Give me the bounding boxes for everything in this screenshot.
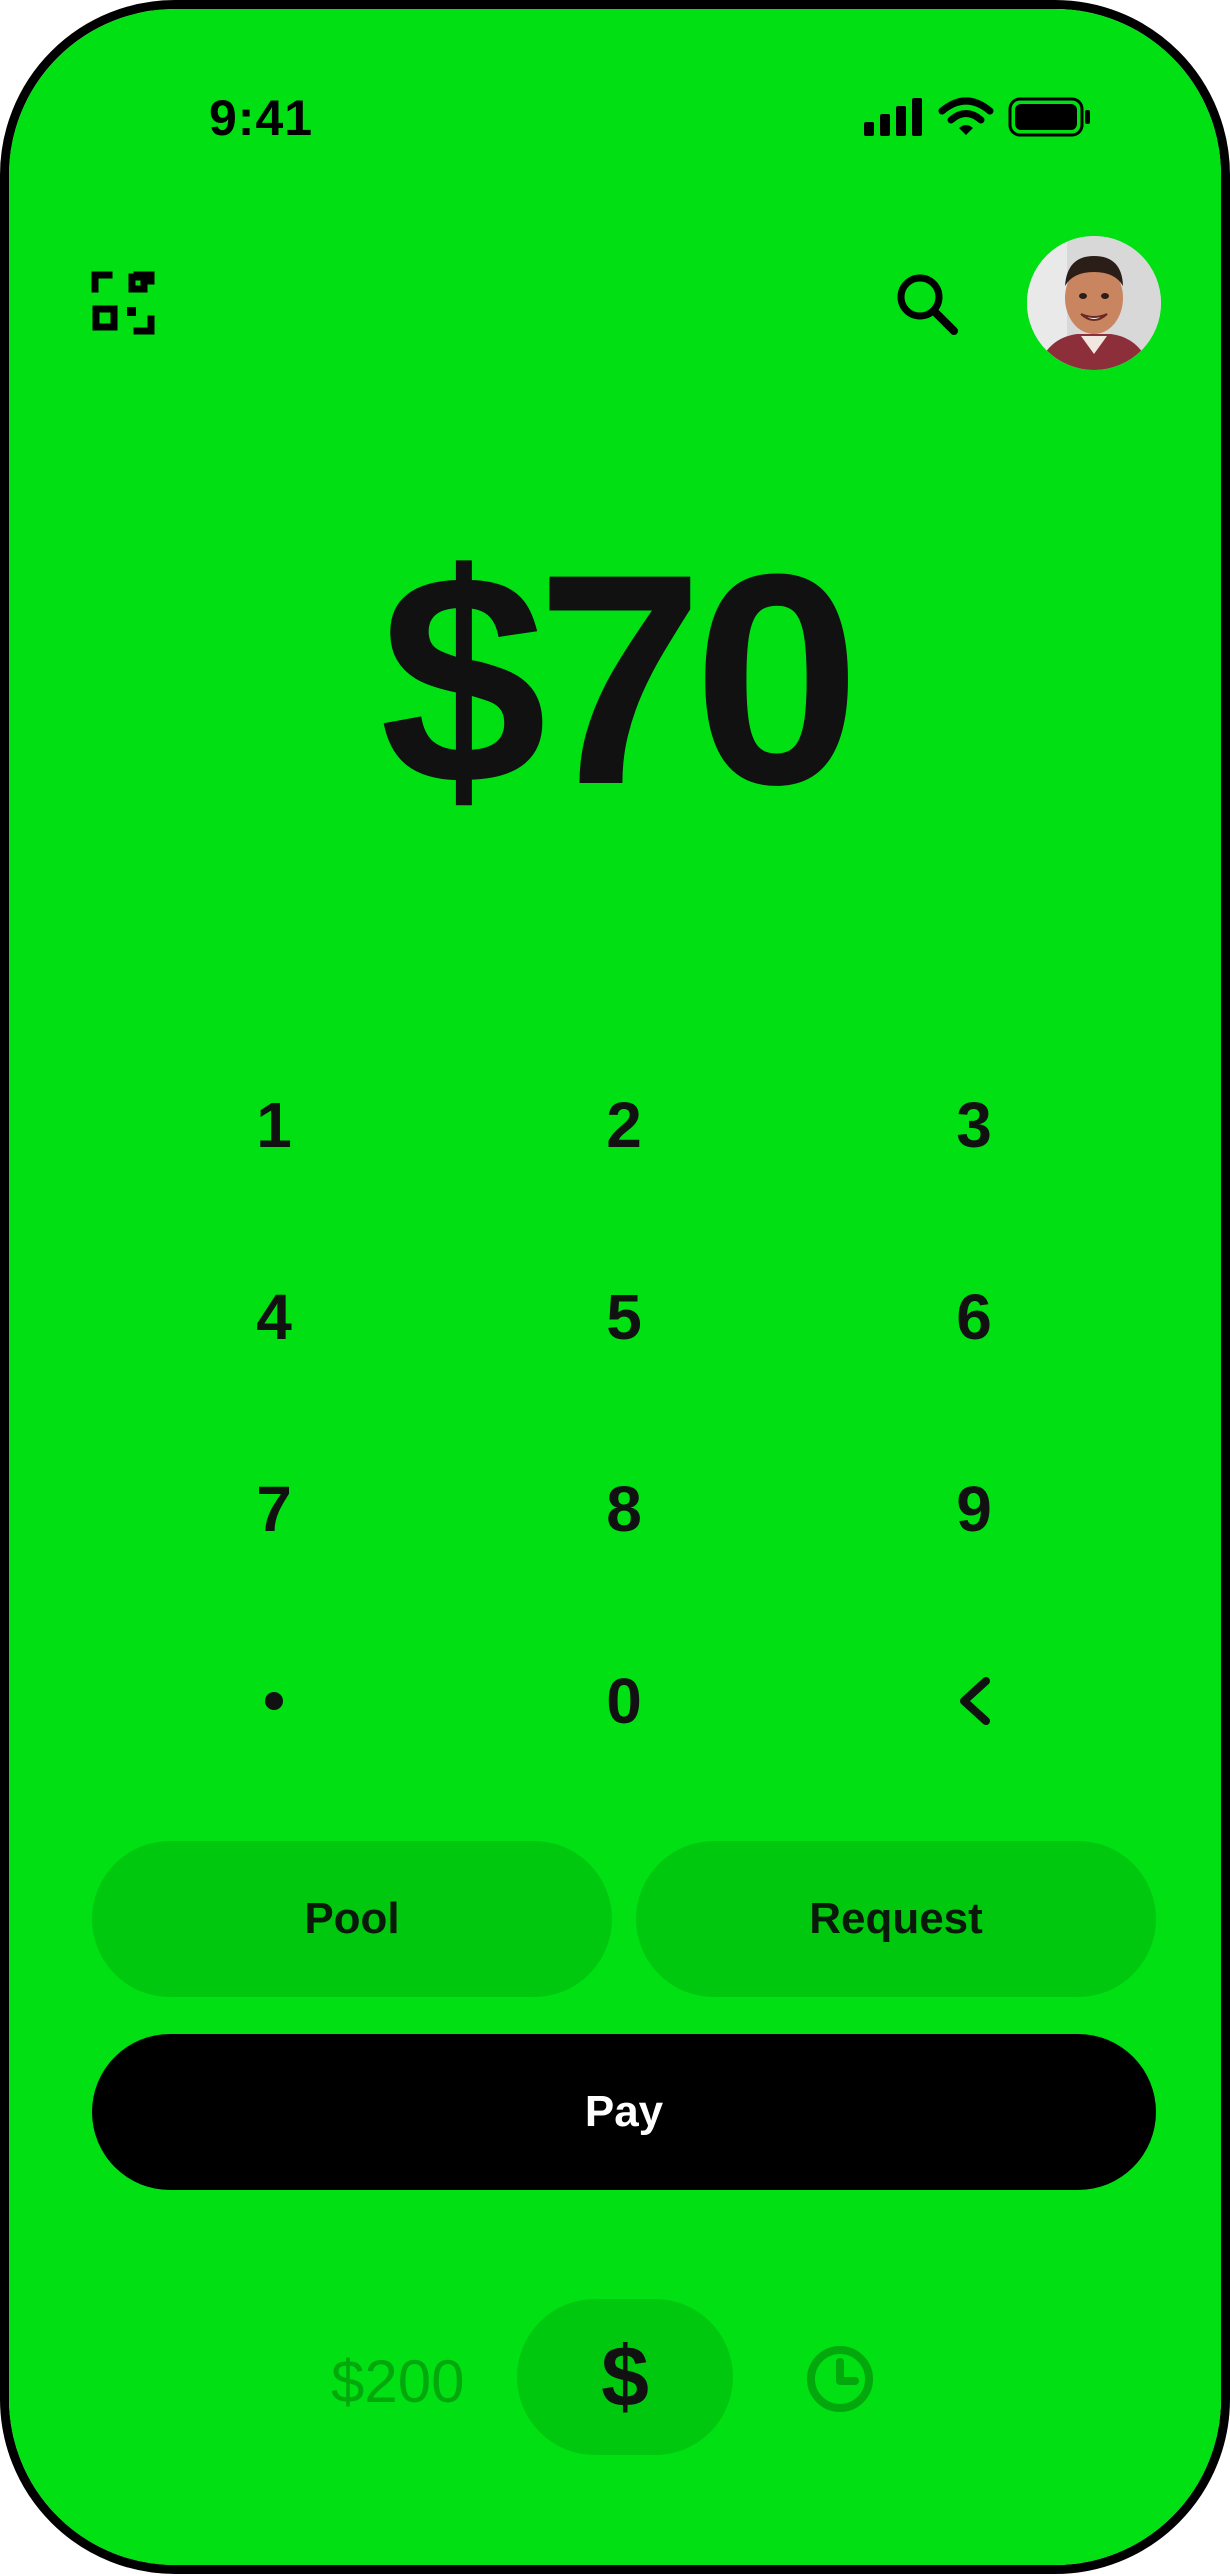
number-keypad: 1 2 3 4 5 6 7 8 9 0 <box>99 1029 1149 1797</box>
battery-icon <box>1008 97 1090 137</box>
status-time: 9:41 <box>209 90 314 146</box>
decimal-dot-icon <box>265 1692 283 1710</box>
key-2[interactable]: 2 <box>449 1029 799 1221</box>
amount-display: $70 <box>379 511 861 847</box>
status-icons <box>864 97 1092 137</box>
key-9[interactable]: 9 <box>799 1413 1149 1605</box>
key-0[interactable]: 0 <box>449 1605 799 1797</box>
key-7[interactable]: 7 <box>99 1413 449 1605</box>
search-button[interactable] <box>894 271 960 337</box>
nav-cash-tab[interactable]: $ <box>517 2299 733 2455</box>
qr-scan-button[interactable] <box>91 271 155 335</box>
backspace-chevron-icon <box>960 1677 990 1725</box>
cellular-signal-icon <box>864 98 922 136</box>
nav-balance-tab[interactable]: $200 <box>331 2347 464 2416</box>
pool-button[interactable]: Pool <box>92 1841 612 1997</box>
key-decimal[interactable] <box>99 1605 449 1797</box>
key-6[interactable]: 6 <box>799 1221 1149 1413</box>
qr-scan-icon <box>91 271 155 335</box>
key-1[interactable]: 1 <box>99 1029 449 1221</box>
nav-activity-tab[interactable] <box>805 2344 875 2414</box>
key-3[interactable]: 3 <box>799 1029 1149 1221</box>
pay-button[interactable]: Pay <box>92 2034 1156 2190</box>
request-button[interactable]: Request <box>636 1841 1156 1997</box>
wifi-icon <box>938 97 994 135</box>
profile-avatar[interactable] <box>1027 236 1161 370</box>
clock-icon <box>807 2346 873 2412</box>
avatar-photo <box>1027 236 1161 370</box>
phone-frame: 9:41 $70 1 2 3 4 5 6 7 8 9 0 Pool Reques… <box>0 0 1230 2574</box>
search-icon <box>897 274 958 335</box>
cash-screen: 9:41 $70 1 2 3 4 5 6 7 8 9 0 Pool Reques… <box>9 9 1221 2565</box>
key-backspace[interactable] <box>799 1605 1149 1797</box>
key-5[interactable]: 5 <box>449 1221 799 1413</box>
key-4[interactable]: 4 <box>99 1221 449 1413</box>
key-8[interactable]: 8 <box>449 1413 799 1605</box>
